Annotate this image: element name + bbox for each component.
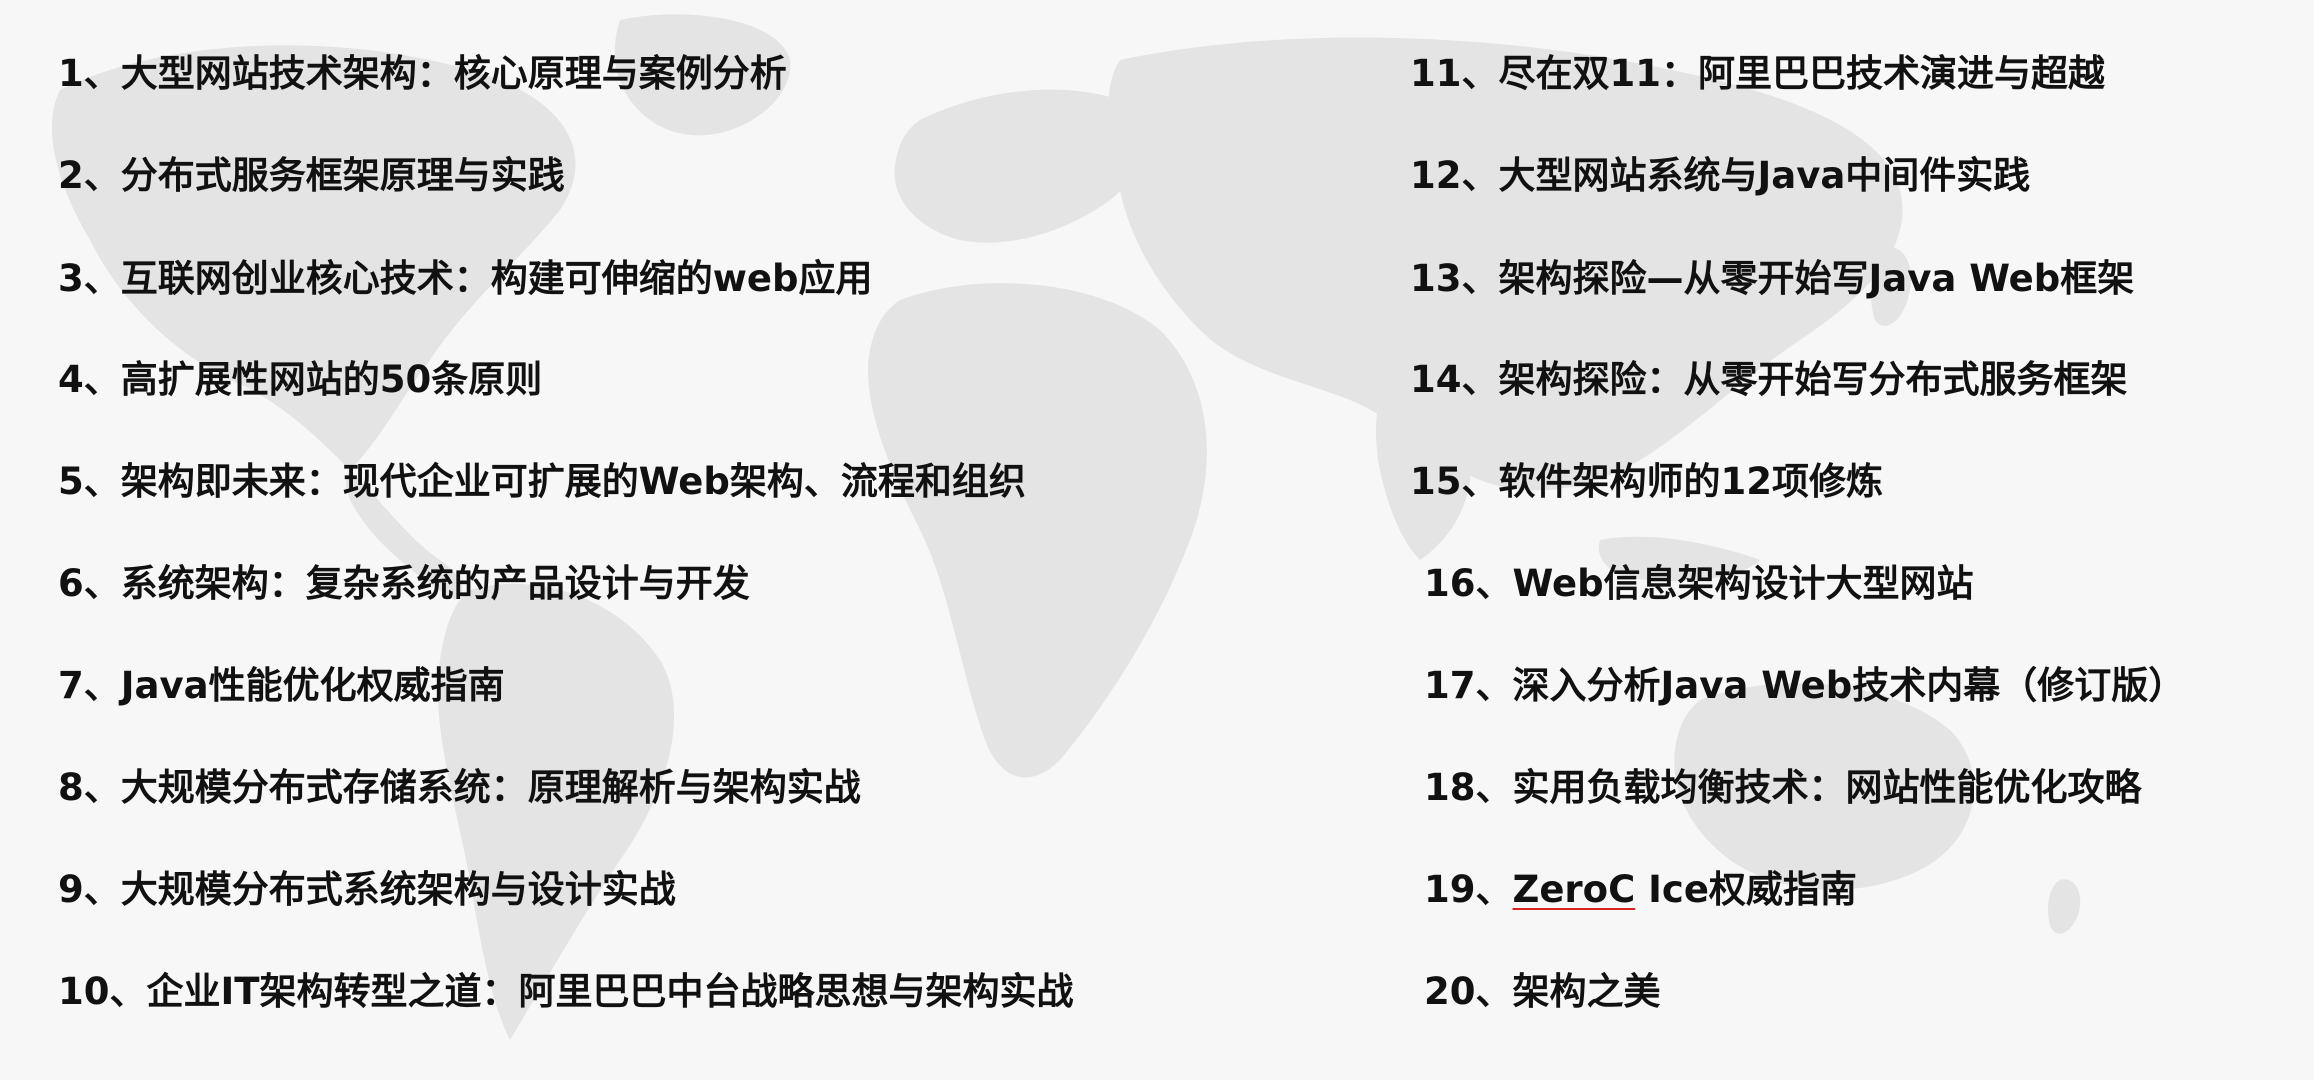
europe-shape (894, 89, 1146, 243)
list-item: 9、大规模分布式系统架构与设计实战 (58, 868, 676, 911)
list-item: 7、Java性能优化权威指南 (58, 664, 505, 707)
list-item: 6、系统架构：复杂系统的产品设计与开发 (58, 562, 750, 605)
list-item: 17、深入分析Java Web技术内幕（修订版） (1424, 664, 2186, 707)
list-item: 1、大型网站技术架构：核心原理与案例分析 (58, 52, 787, 95)
list-item: 12、大型网站系统与Java中间件实践 (1410, 154, 2031, 197)
list-item: 14、架构探险：从零开始写分布式服务框架 (1410, 358, 2128, 401)
list-item: 4、高扩展性网站的50条原则 (58, 358, 543, 401)
spellcheck-underlined-word: ZeroC (1512, 868, 1636, 911)
list-item: 3、互联网创业核心技术：构建可伸缩的web应用 (58, 257, 873, 300)
list-item: 2、分布式服务框架原理与实践 (58, 154, 565, 197)
list-item: 16、Web信息架构设计大型网站 (1424, 562, 1974, 605)
list-item: 19、ZeroC Ice权威指南 (1424, 866, 1857, 914)
list-item: 10、企业IT架构转型之道：阿里巴巴中台战略思想与架构实战 (58, 970, 1074, 1013)
list-item: 5、架构即未来：现代企业可扩展的Web架构、流程和组织 (58, 460, 1026, 503)
list-item-rest: Ice权威指南 (1635, 868, 1857, 911)
list-item: 8、大规模分布式存储系统：原理解析与架构实战 (58, 766, 861, 809)
list-item: 13、架构探险—从零开始写Java Web框架 (1410, 257, 2135, 300)
new-zealand-shape (2048, 879, 2081, 934)
list-item: 11、尽在双11：阿里巴巴技术演进与超越 (1410, 52, 2105, 95)
africa-shape (868, 283, 1207, 778)
list-item: 15、软件架构师的12项修炼 (1410, 460, 1883, 503)
list-item-number: 19、 (1424, 868, 1513, 911)
list-item: 18、实用负载均衡技术：网站性能优化攻略 (1424, 766, 2142, 809)
list-item: 20、架构之美 (1424, 970, 1661, 1013)
